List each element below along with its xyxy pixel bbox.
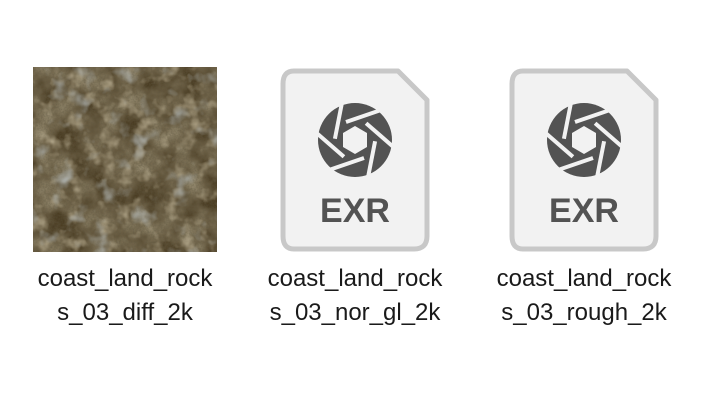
file-name-label: coast_land_rock s_03_rough_2k	[474, 262, 694, 330]
file-thumbnail: EXR	[255, 62, 455, 257]
file-item-diff[interactable]: coast_land_rock s_03_diff_2k	[25, 62, 225, 332]
file-name-line-1: coast_land_rock	[267, 265, 443, 292]
file-name-label: coast_land_rock s_03_nor_gl_2k	[245, 262, 465, 330]
file-name-line-1: coast_land_rock	[37, 265, 213, 292]
file-thumbnail	[25, 62, 225, 257]
file-thumbnail: EXR	[484, 62, 684, 257]
file-item-rough[interactable]: EXR coast_land_rock s_03_rough_2k	[484, 62, 684, 332]
file-item-nor-gl[interactable]: EXR coast_land_rock s_03_nor_gl_2k	[255, 62, 455, 332]
file-name-line-1: coast_land_rock	[496, 265, 672, 292]
exr-file-icon: EXR	[280, 68, 430, 252]
exr-badge-text: EXR	[320, 192, 390, 230]
file-name-line-2: s_03_rough_2k	[501, 299, 667, 326]
exr-file-icon: EXR	[509, 68, 659, 252]
file-name-line-2: s_03_nor_gl_2k	[269, 299, 441, 326]
exr-badge-text: EXR	[549, 192, 619, 230]
texture-thumbnail-image	[33, 67, 217, 252]
file-name-line-2: s_03_diff_2k	[57, 299, 193, 326]
file-name-label: coast_land_rock s_03_diff_2k	[15, 262, 235, 330]
file-explorer-view: coast_land_rock s_03_diff_2k EXR coast_l…	[0, 0, 720, 405]
